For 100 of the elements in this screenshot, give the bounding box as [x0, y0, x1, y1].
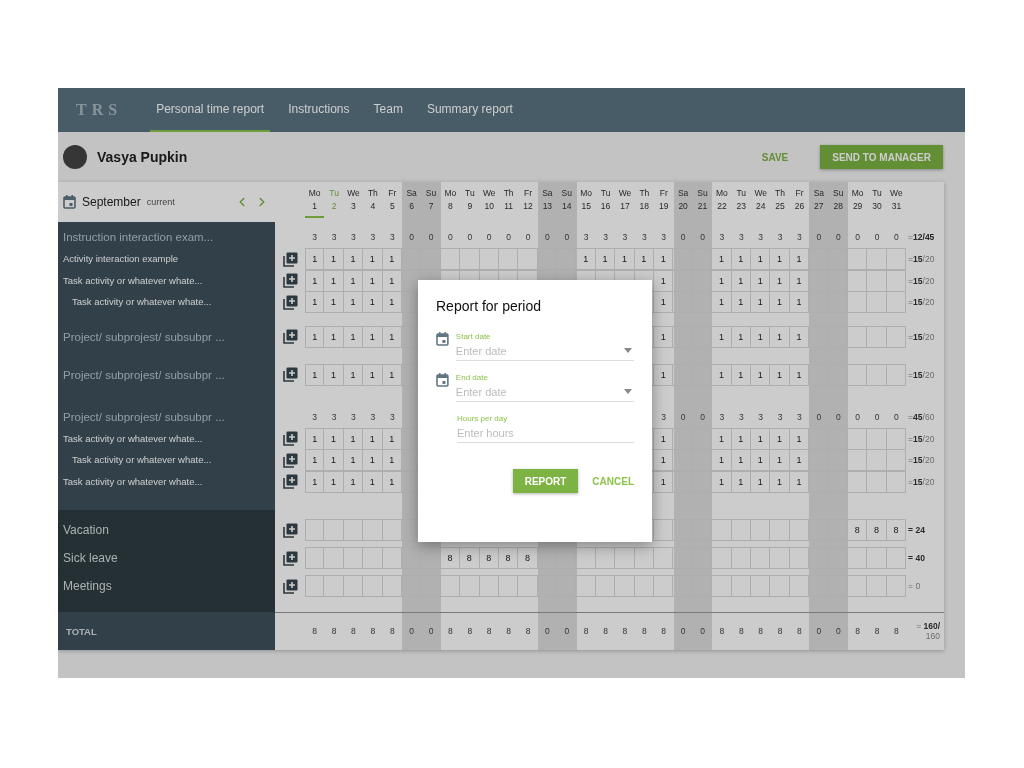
add-entry-icon[interactable] — [282, 474, 298, 489]
empty-hour-cell[interactable] — [654, 519, 674, 541]
empty-hour-cell[interactable] — [654, 575, 674, 597]
empty-hour-cell[interactable] — [324, 575, 344, 597]
hours-field[interactable]: Enter hours — [457, 427, 634, 443]
hour-cell[interactable]: 1 — [789, 470, 810, 493]
empty-hour-cell[interactable] — [712, 547, 732, 569]
empty-hour-cell[interactable] — [867, 547, 887, 569]
empty-hour-cell[interactable] — [634, 575, 655, 597]
hour-cell[interactable]: 1 — [751, 449, 771, 471]
hour-cell[interactable]: 1 — [731, 325, 751, 348]
empty-hour-cell[interactable] — [518, 248, 538, 270]
empty-hour-cell[interactable] — [886, 248, 907, 270]
hour-cell[interactable]: 1 — [654, 269, 674, 292]
empty-hour-cell[interactable] — [576, 575, 596, 597]
empty-hour-cell[interactable] — [343, 547, 364, 569]
date-field[interactable]: Enter date — [455, 345, 634, 361]
add-entry-icon[interactable] — [282, 367, 298, 382]
add-entry-icon[interactable] — [282, 329, 298, 344]
hour-cell[interactable]: 1 — [305, 470, 325, 493]
empty-hour-cell[interactable] — [751, 519, 771, 541]
hour-cell[interactable]: 1 — [751, 427, 771, 450]
empty-hour-cell[interactable] — [460, 248, 480, 270]
empty-hour-cell[interactable] — [382, 547, 402, 569]
hour-cell[interactable]: 1 — [654, 449, 674, 471]
hour-cell[interactable]: 1 — [789, 248, 810, 270]
empty-hour-cell[interactable] — [886, 427, 907, 450]
day-header[interactable]: Fr 26 — [789, 182, 810, 218]
empty-hour-cell[interactable] — [886, 363, 907, 386]
day-header[interactable]: Su 14 — [557, 182, 577, 218]
hour-cell[interactable]: 1 — [770, 449, 790, 471]
empty-hour-cell[interactable] — [867, 575, 887, 597]
empty-hour-cell[interactable] — [382, 575, 402, 597]
day-header[interactable]: Fr 12 — [518, 182, 538, 218]
hour-cell[interactable]: 1 — [789, 269, 810, 292]
hour-cell[interactable]: 1 — [305, 269, 325, 292]
day-header[interactable]: Tu 30 — [867, 182, 887, 218]
empty-hour-cell[interactable] — [867, 449, 887, 471]
empty-hour-cell[interactable] — [595, 575, 616, 597]
empty-hour-cell[interactable] — [847, 363, 868, 386]
hour-cell[interactable]: 8 — [479, 547, 499, 569]
empty-hour-cell[interactable] — [595, 547, 616, 569]
day-header[interactable]: We 3 — [343, 182, 364, 218]
hour-cell[interactable]: 8 — [460, 547, 480, 569]
hour-cell[interactable]: 1 — [712, 449, 732, 471]
hour-cell[interactable]: 1 — [324, 291, 344, 313]
day-header[interactable]: Su 21 — [692, 182, 713, 218]
empty-hour-cell[interactable] — [634, 547, 655, 569]
hour-cell[interactable]: 1 — [305, 449, 325, 471]
empty-hour-cell[interactable] — [789, 519, 810, 541]
day-header[interactable]: We 31 — [886, 182, 907, 218]
day-header[interactable]: Sa 6 — [401, 182, 422, 218]
hour-cell[interactable]: 1 — [789, 449, 810, 471]
day-header[interactable]: Sa 13 — [537, 182, 558, 218]
hour-cell[interactable]: 1 — [654, 248, 674, 270]
hour-cell[interactable]: 1 — [305, 427, 325, 450]
hour-cell[interactable]: 1 — [324, 427, 344, 450]
hour-cell[interactable]: 1 — [343, 449, 364, 471]
empty-hour-cell[interactable] — [363, 547, 383, 569]
add-entry-icon[interactable] — [282, 251, 298, 267]
hour-cell[interactable]: 1 — [731, 269, 751, 292]
hour-cell[interactable]: 1 — [751, 291, 771, 313]
day-header[interactable]: Fr 19 — [654, 182, 674, 218]
empty-hour-cell[interactable] — [886, 291, 907, 313]
day-header[interactable]: Th 18 — [634, 182, 655, 218]
hour-cell[interactable]: 1 — [363, 325, 383, 348]
hour-cell[interactable]: 1 — [343, 291, 364, 313]
day-header[interactable]: Th 25 — [770, 182, 790, 218]
hour-cell[interactable]: 1 — [382, 470, 402, 493]
empty-hour-cell[interactable] — [460, 575, 480, 597]
hour-cell[interactable]: 1 — [751, 269, 771, 292]
nav-tab[interactable]: Team — [367, 88, 409, 132]
empty-hour-cell[interactable] — [615, 575, 635, 597]
hour-cell[interactable]: 1 — [731, 470, 751, 493]
hour-cell[interactable]: 1 — [789, 325, 810, 348]
empty-hour-cell[interactable] — [518, 575, 538, 597]
hour-cell[interactable]: 1 — [770, 325, 790, 348]
day-header[interactable]: Su 28 — [828, 182, 848, 218]
empty-hour-cell[interactable] — [498, 575, 519, 597]
add-entry-icon[interactable] — [282, 431, 298, 446]
empty-hour-cell[interactable] — [847, 470, 868, 493]
hour-cell[interactable]: 1 — [382, 363, 402, 386]
empty-hour-cell[interactable] — [770, 547, 790, 569]
empty-hour-cell[interactable] — [731, 547, 751, 569]
add-entry-icon[interactable] — [282, 452, 298, 468]
hour-cell[interactable]: 1 — [576, 248, 596, 270]
hour-cell[interactable]: 1 — [305, 363, 325, 386]
hour-cell[interactable]: 1 — [324, 449, 344, 471]
hour-cell[interactable]: 1 — [305, 291, 325, 313]
hour-cell[interactable]: 1 — [712, 470, 732, 493]
hour-cell[interactable]: 1 — [324, 248, 344, 270]
hour-cell[interactable]: 1 — [324, 470, 344, 493]
hour-cell[interactable]: 1 — [382, 248, 402, 270]
hour-cell[interactable]: 1 — [654, 325, 674, 348]
empty-hour-cell[interactable] — [324, 547, 344, 569]
empty-hour-cell[interactable] — [847, 449, 868, 471]
empty-hour-cell[interactable] — [886, 470, 907, 493]
add-entry-icon[interactable] — [282, 522, 298, 538]
empty-hour-cell[interactable] — [731, 575, 751, 597]
day-header[interactable]: Sa 27 — [809, 182, 829, 218]
